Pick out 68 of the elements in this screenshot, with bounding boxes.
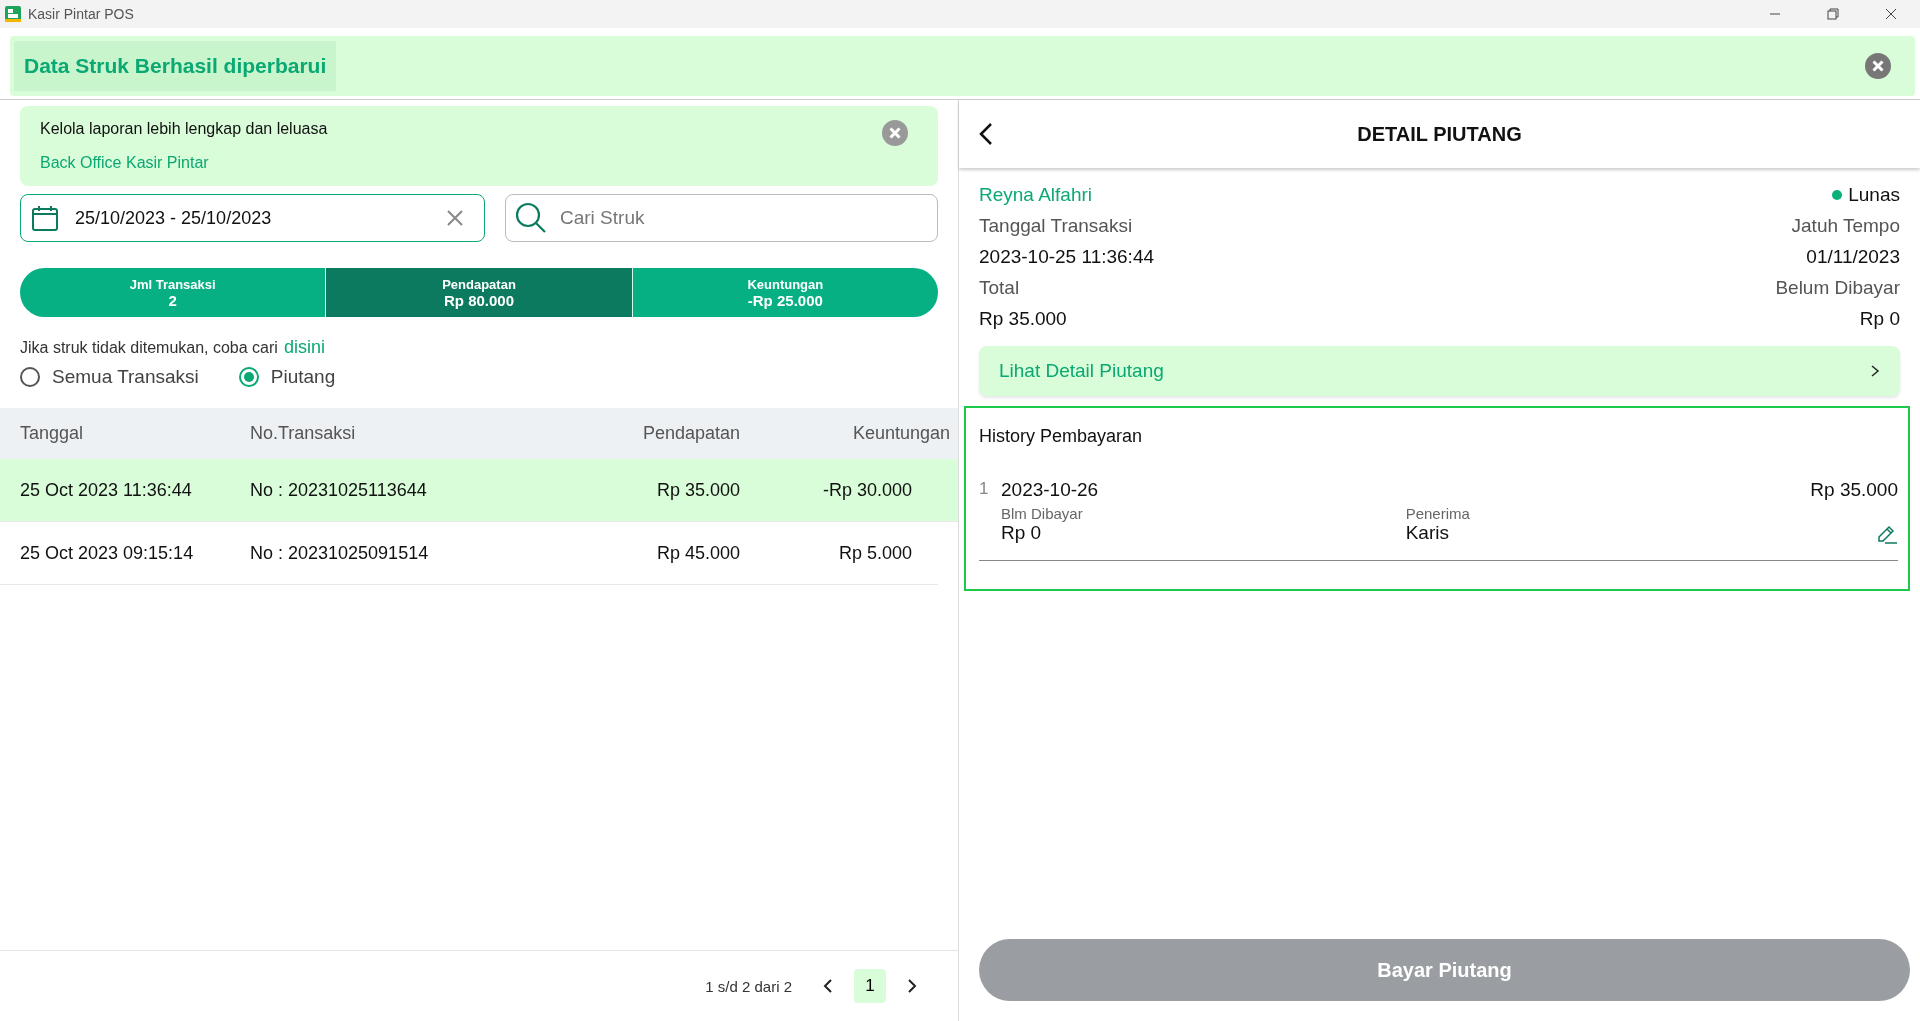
clear-icon[interactable] — [446, 209, 464, 227]
pagination-summary: 1 s/d 2 dari 2 — [705, 977, 792, 995]
chevron-left-icon — [822, 978, 834, 994]
column-header: Keuntungan — [851, 423, 950, 444]
field-label: Jatuh Tempo — [1791, 215, 1900, 237]
history-title: History Pembayaran — [979, 426, 1144, 447]
payment-date: 2023-10-26 — [1001, 479, 1100, 501]
date-range-field[interactable]: 25/10/2023 - 25/10/2023 — [20, 194, 485, 242]
close-icon[interactable] — [1865, 53, 1891, 79]
field-value: Rp 0 — [1859, 308, 1900, 330]
hint-text: Jika struk tidak ditemukan, coba cari — [20, 339, 278, 357]
field-value: 2023-10-25 11:36:44 — [979, 246, 1156, 268]
calendar-icon — [31, 204, 59, 232]
field-value: 01/11/2023 — [1806, 246, 1900, 268]
summary-stat[interactable]: Keuntungan -Rp 25.000 — [631, 268, 938, 317]
customer-name: Reyna Alfahri — [979, 184, 1093, 206]
table-row[interactable]: 25 Oct 2023 09:15:14 No : 20231025091514 Rp 45.000 Rp 5.000 — [0, 522, 938, 585]
chevron-left-icon — [979, 122, 993, 146]
stat-value: -Rp 25.000 — [747, 291, 823, 309]
search-here-link[interactable]: disini — [283, 337, 325, 358]
summary-stat[interactable]: Pendapatan Rp 80.000 — [325, 268, 632, 317]
filter-radio[interactable]: Semua Transaksi — [20, 366, 199, 388]
entry-number: 1 — [979, 479, 990, 500]
table-cell-text: Rp 45.000 — [655, 542, 740, 564]
table-cell-text: 25 Oct 2023 11:36:44 — [20, 479, 193, 501]
table-cell-text: Rp 5.000 — [837, 542, 912, 564]
chevron-right-icon — [906, 978, 918, 994]
banner-text: Kelola laporan lebih lengkap dan leluasa — [40, 120, 328, 138]
table-cell-text: No : 20231025113644 — [250, 479, 428, 501]
field-label: Tanggal Transaksi — [979, 215, 1134, 237]
column-header: Pendapatan — [641, 423, 740, 444]
field-value: Karis — [1405, 522, 1450, 544]
field-label: Penerima — [1405, 505, 1471, 522]
detail-title: DETAIL PIUTANG — [1356, 122, 1523, 146]
field-label: Blm Dibayar — [1001, 505, 1084, 522]
table-cell-text: 25 Oct 2023 09:15:14 — [20, 542, 195, 564]
toast-message: Data Struk Berhasil diperbarui — [14, 41, 337, 91]
chevron-right-icon — [1870, 364, 1880, 378]
filter-radio[interactable]: Piutang — [238, 366, 336, 388]
window-title: Kasir Pintar POS — [28, 6, 134, 22]
stat-value: 2 — [168, 291, 177, 309]
summary-stat[interactable]: Jml Transaksi 2 — [20, 268, 326, 317]
stat-label: Pendapatan — [442, 276, 516, 292]
table-cell-text: Rp 35.000 — [655, 479, 740, 501]
app-logo-icon — [4, 5, 22, 23]
field-value: Rp 35.000 — [979, 308, 1068, 330]
status-label: Lunas — [1848, 184, 1900, 206]
debt-detail-button[interactable]: Lihat Detail Piutang — [979, 346, 1900, 396]
field-label: Belum Dibayar — [1775, 277, 1900, 299]
table-cell-text: No : 20231025091514 — [250, 542, 430, 564]
search-icon — [515, 202, 547, 234]
back-office-link[interactable]: Back Office Kasir Pintar — [40, 154, 209, 172]
payment-amount: Rp 35.000 — [1810, 479, 1898, 501]
stat-label: Keuntungan — [747, 276, 824, 292]
column-header: Tanggal — [20, 423, 85, 444]
column-header: No.Transaksi — [250, 423, 357, 444]
table-cell-text: -Rp 30.000 — [821, 479, 912, 501]
table-row[interactable]: 25 Oct 2023 11:36:44 No : 20231025113644 Rp 35.000 -Rp 30.000 — [0, 459, 958, 522]
back-button[interactable] — [979, 122, 993, 146]
close-icon[interactable] — [882, 120, 908, 146]
close-icon — [1884, 7, 1898, 21]
page-button[interactable]: 1 — [854, 969, 886, 1003]
search-field[interactable]: Cari Struk — [505, 194, 938, 242]
stat-value: Rp 80.000 — [443, 291, 514, 309]
field-value: Rp 0 — [1001, 522, 1043, 544]
stat-label: Jml Transaksi — [129, 276, 216, 292]
restore-icon — [1826, 7, 1840, 21]
field-label: Total — [979, 277, 1021, 299]
